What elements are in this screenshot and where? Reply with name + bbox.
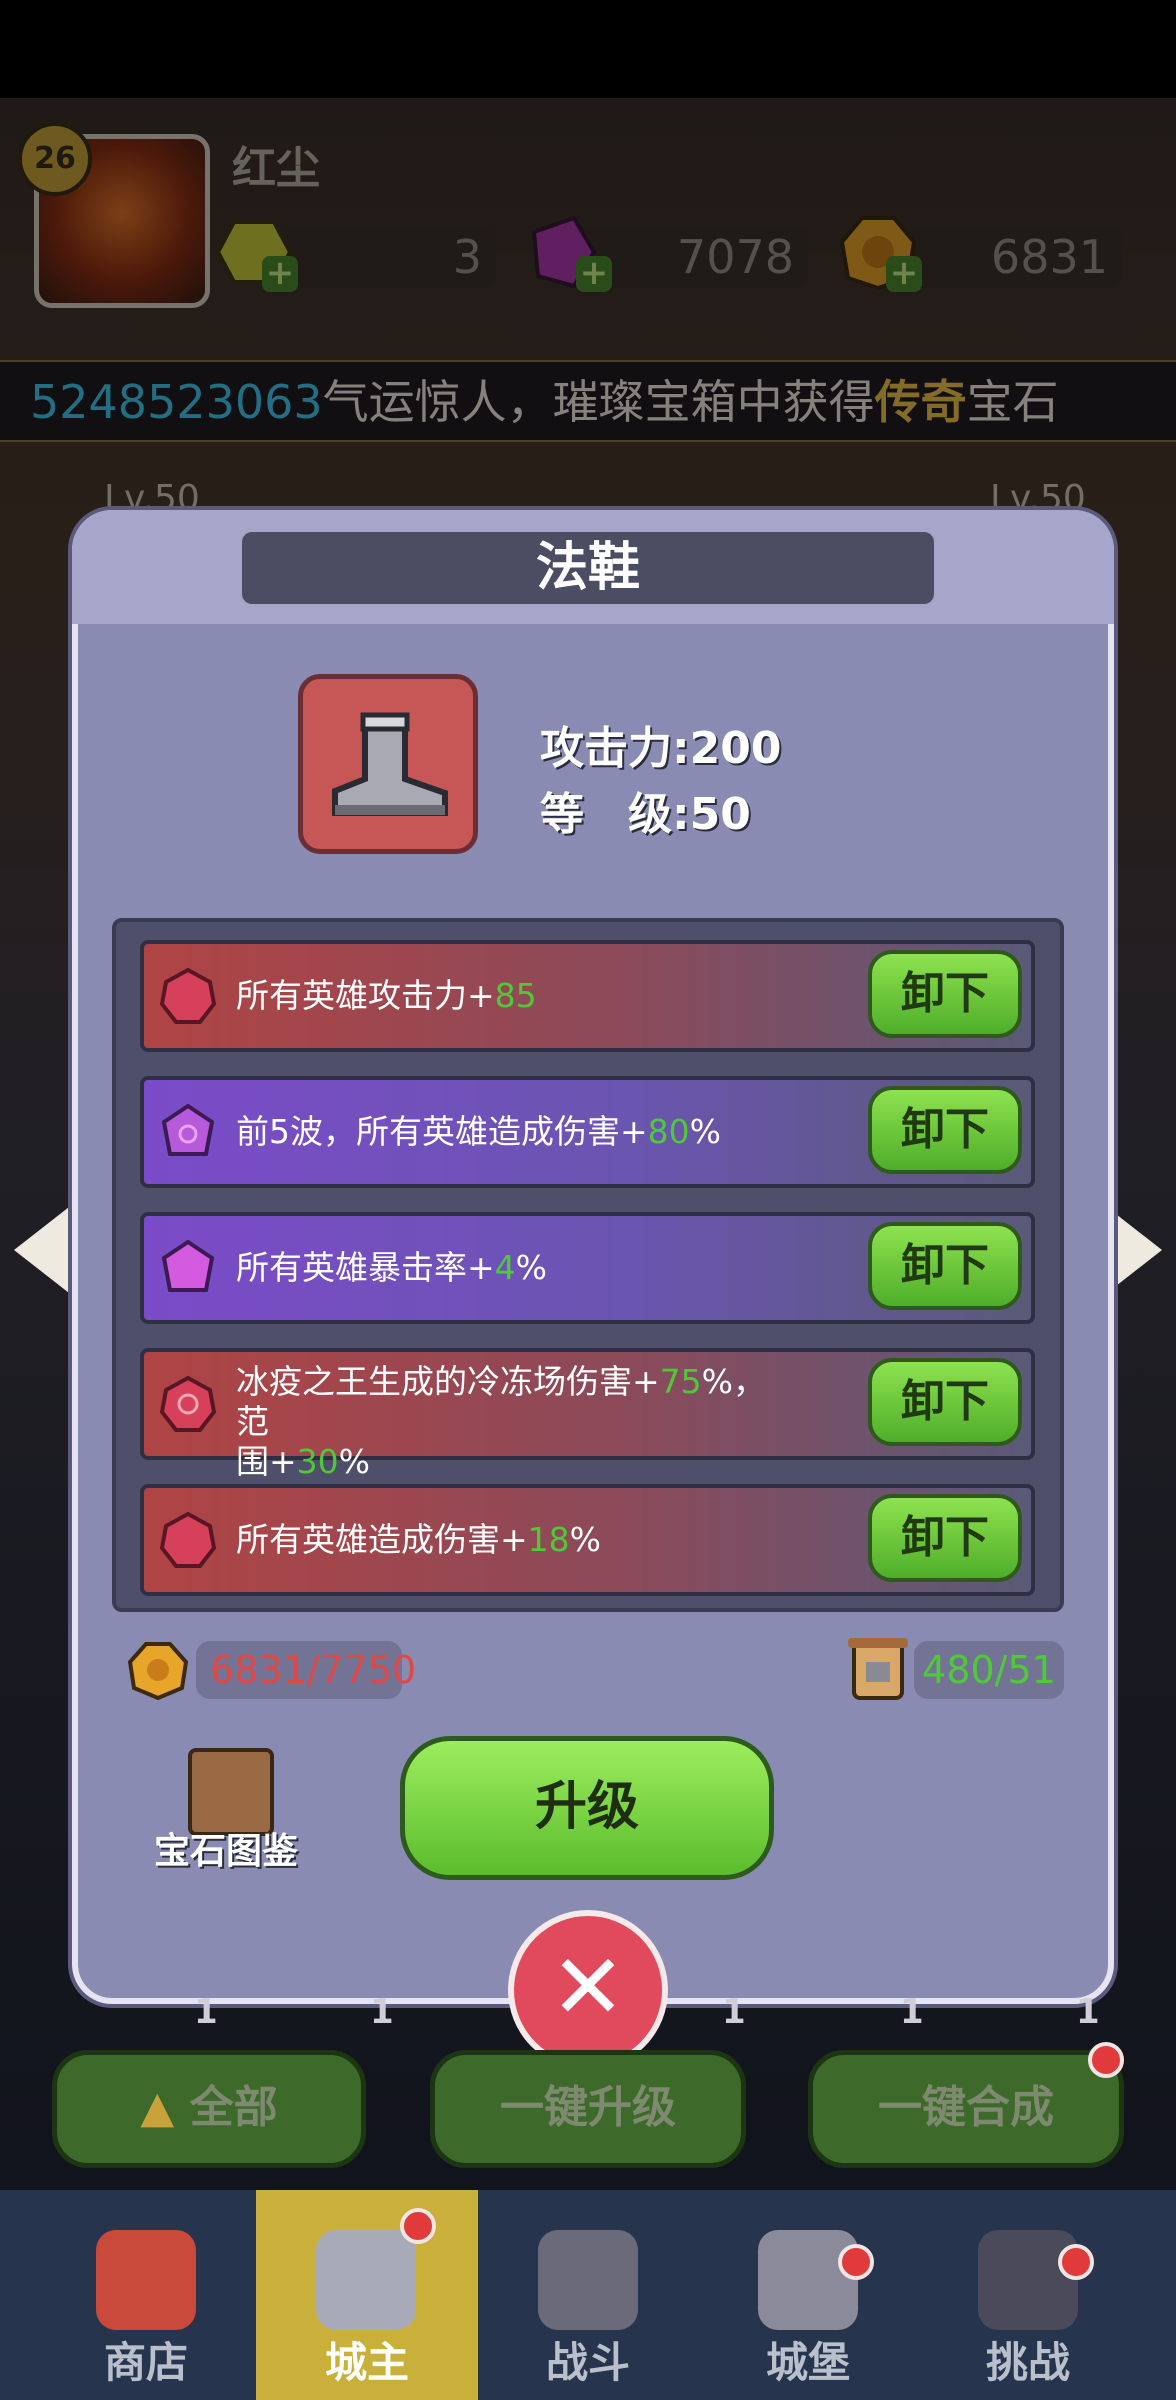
previous-arrow-icon[interactable] <box>14 1200 78 1300</box>
boot-icon <box>298 674 478 854</box>
dialog-title: 法鞋 <box>535 538 640 598</box>
red-swirl-gem-icon <box>159 1375 217 1432</box>
level-stat: 等 级:50 <box>540 789 751 840</box>
nav-challenge[interactable]: 挑战 <box>918 2190 1138 2400</box>
red-gem-icon <box>159 1511 217 1568</box>
purple-gem-icon <box>160 1239 216 1296</box>
gold-coin-icon <box>127 1640 189 1701</box>
demon-helmet-icon <box>978 2230 1078 2330</box>
scroll-icon <box>846 1636 910 1704</box>
close-button[interactable]: ✕ <box>508 1910 668 2070</box>
upgrade-button[interactable]: 升级 <box>400 1736 774 1880</box>
lord-notification-dot <box>400 2208 436 2244</box>
slot-count-4: 1 <box>900 1992 924 2032</box>
gem-slot-2-text: 前5波，所有英雄造成伤害+80% <box>236 1112 722 1151</box>
nav-castle-label: 城堡 <box>765 2338 850 2387</box>
attack-stat: 攻击力:200 <box>540 723 782 774</box>
nav-castle[interactable]: 城堡 <box>698 2190 918 2400</box>
merge-notification-dot <box>1088 2042 1124 2078</box>
unequip-button-2[interactable]: 卸下 <box>868 1086 1022 1174</box>
nav-battle-label: 战斗 <box>545 2338 630 2387</box>
crown-icon <box>316 2230 416 2330</box>
scroll-cost: 480/51 <box>914 1641 1064 1699</box>
unequip-button-5[interactable]: 卸下 <box>868 1494 1022 1582</box>
nav-lord-label: 城主 <box>324 2338 409 2387</box>
unequip-button-4[interactable]: 卸下 <box>868 1358 1022 1446</box>
castle-notification-dot <box>838 2244 874 2280</box>
merge-all-button[interactable]: 一键合成 <box>808 2050 1124 2168</box>
challenge-notification-dot <box>1058 2244 1094 2280</box>
slot-count-2: 1 <box>370 1992 394 2032</box>
slot-count-1: 1 <box>194 1992 218 2032</box>
gem-slot-5-text: 所有英雄造成伤害+18% <box>236 1520 602 1559</box>
nav-battle[interactable]: 战斗 <box>478 2190 698 2400</box>
nav-challenge-label: 挑战 <box>985 2338 1070 2387</box>
nav-shop[interactable]: 商店 <box>36 2190 256 2400</box>
unequip-button-1[interactable]: 卸下 <box>868 950 1022 1038</box>
nav-shop-label: 商店 <box>103 2338 188 2387</box>
castle-icon <box>758 2230 858 2330</box>
purple-swirl-gem-icon <box>160 1103 216 1160</box>
crossed-swords-icon <box>538 2230 638 2330</box>
filter-all-button[interactable]: ▲ 全部 <box>52 2050 366 2168</box>
gold-cost: 6831/7750 <box>196 1641 416 1699</box>
slot-count-5: 1 <box>1076 1992 1100 2032</box>
gem-slot-4-text: 冰疫之王生成的冷冻场伤害+75%，范 围+30% <box>236 1362 767 1481</box>
unequip-button-3[interactable]: 卸下 <box>868 1222 1022 1310</box>
red-gem-icon <box>159 967 217 1024</box>
gem-slot-1-text: 所有英雄攻击力+85 <box>236 976 537 1015</box>
gem-slot-3-text: 所有英雄暴击率+4% <box>236 1248 548 1287</box>
slot-count-3: 1 <box>722 1992 746 2032</box>
gem-book-label[interactable]: 宝石图鉴 <box>154 1822 298 1874</box>
nav-lord[interactable]: 城主 <box>256 2190 478 2400</box>
shop-icon <box>96 2230 196 2330</box>
upgrade-all-button[interactable]: 一键升级 <box>430 2050 746 2168</box>
